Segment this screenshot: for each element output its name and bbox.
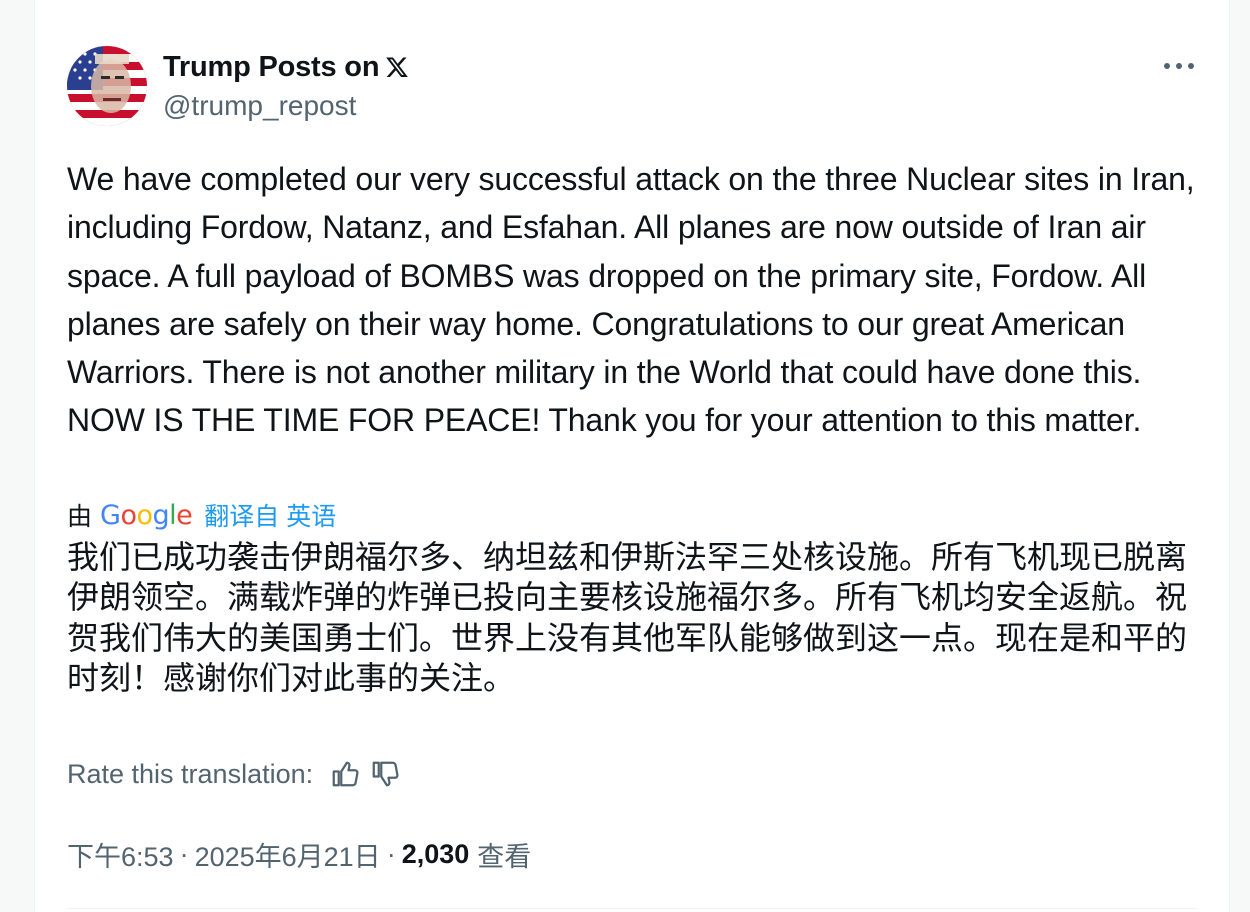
meta-separator: · [179,838,189,869]
more-dots-icon [1164,63,1194,69]
rate-translation-label: Rate this translation: [67,758,314,789]
thumbs-down-icon [372,761,399,787]
author-avatar[interactable] [67,46,147,126]
author-display-name[interactable]: Trump Posts on [163,51,380,84]
translated-from-link[interactable]: 翻译自 英语 [204,497,336,533]
divider [67,908,1197,909]
tweet-text: We have completed our very successful at… [67,161,1195,439]
rate-translation-row: Rate this translation: [67,754,405,794]
view-count[interactable]: 2,030 [402,839,470,870]
tweet-card: Trump Posts on @trump_repost We have com… [34,0,1230,912]
more-options-button[interactable] [1159,48,1199,84]
flag-portrait-avatar-icon [67,46,147,126]
author-handle[interactable]: @trump_repost [163,90,356,122]
view-count-label: 查看 [477,841,532,872]
meta-separator: · [386,838,396,869]
thumbs-up-button[interactable] [325,754,365,794]
thumbs-up-icon [332,761,359,787]
tweet-date[interactable]: 2025年6月21日 [195,835,381,874]
translated-text: 我们已成功袭击伊朗福尔多、纳坦兹和伊斯法罕三处核设施。所有飞机现已脱离伊朗领空。… [67,538,1188,697]
author-name-row[interactable]: Trump Posts on [163,48,409,86]
x-logo-icon [385,55,409,79]
tweet-metadata: 下午6:53 · 2025年6月21日 · 2,030 查看 [67,834,531,874]
google-logo: Google [100,499,193,531]
translated-by-label: 由 [67,503,93,531]
translation-attribution: 由 Google 翻译自 英语 [67,497,336,533]
thumbs-down-button[interactable] [365,754,405,794]
tweet-time[interactable]: 下午6:53 [67,835,174,874]
